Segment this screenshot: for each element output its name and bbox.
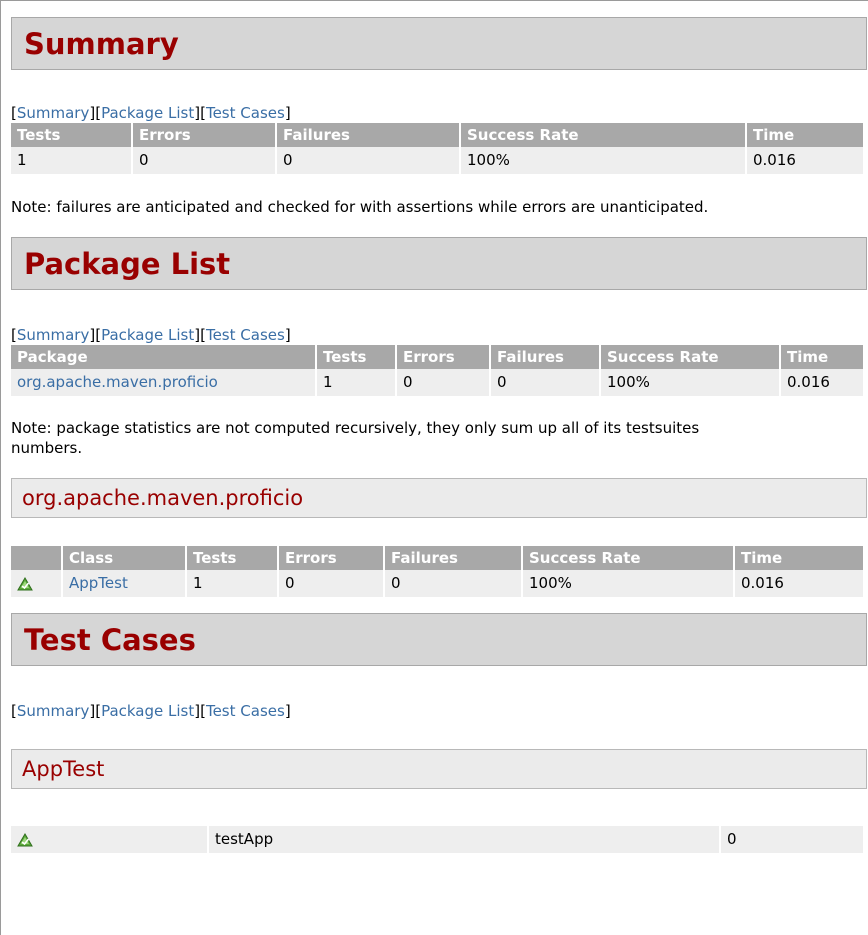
cell-failures: 0: [277, 147, 459, 174]
package-list-note: Note: package statistics are not compute…: [11, 419, 700, 457]
cell-success-rate: 100%: [523, 570, 733, 597]
col-success-rate: Success Rate: [601, 345, 779, 369]
col-tests: Tests: [187, 546, 277, 570]
cell-failures: 0: [491, 369, 599, 396]
success-icon: [17, 832, 201, 847]
package-section-heading: org.apache.maven.proficio: [11, 478, 867, 518]
col-errors: Errors: [279, 546, 383, 570]
nav-summary-link[interactable]: Summary: [17, 104, 90, 122]
cell-test-name: testApp: [209, 826, 719, 853]
class-link-apptest[interactable]: AppTest: [69, 574, 128, 592]
cell-time: 0.016: [747, 147, 863, 174]
cell-errors: 0: [397, 369, 489, 396]
cell-time: 0.016: [781, 369, 863, 396]
test-cases-table: testApp 0: [9, 826, 865, 853]
package-list-heading: Package List: [11, 237, 867, 290]
cell-failures: 0: [385, 570, 521, 597]
test-cases-nav: [Summary][Package List][Test Cases]: [11, 702, 291, 720]
cell-tests: 1: [187, 570, 277, 597]
cell-success-rate: 100%: [461, 147, 745, 174]
col-errors: Errors: [397, 345, 489, 369]
package-class-header-row: Class Tests Errors Failures Success Rate…: [11, 546, 863, 570]
col-time: Time: [747, 123, 863, 147]
package-list-table: Package Tests Errors Failures Success Ra…: [9, 345, 865, 396]
nav-package-list-link[interactable]: Package List: [101, 104, 194, 122]
nav-package-list-link[interactable]: Package List: [101, 326, 194, 344]
cell-errors: 0: [133, 147, 275, 174]
col-package: Package: [11, 345, 315, 369]
cell-tests: 1: [317, 369, 395, 396]
cell-time: 0: [721, 826, 863, 853]
test-class-heading: AppTest: [11, 749, 867, 789]
col-class: Class: [63, 546, 185, 570]
summary-header-row: Tests Errors Failures Success Rate Time: [11, 123, 863, 147]
cell-errors: 0: [279, 570, 383, 597]
nav-test-cases-link[interactable]: Test Cases: [206, 702, 285, 720]
cell-tests: 1: [11, 147, 131, 174]
col-errors: Errors: [133, 123, 275, 147]
table-row: org.apache.maven.proficio 1 0 0 100% 0.0…: [11, 369, 863, 396]
summary-table: Tests Errors Failures Success Rate Time …: [9, 123, 865, 174]
col-success-rate: Success Rate: [461, 123, 745, 147]
nav-package-list-link[interactable]: Package List: [101, 702, 194, 720]
col-failures: Failures: [277, 123, 459, 147]
summary-nav: [Summary][Package List][Test Cases]: [11, 104, 291, 122]
col-time: Time: [735, 546, 863, 570]
col-failures: Failures: [491, 345, 599, 369]
package-link[interactable]: org.apache.maven.proficio: [17, 373, 218, 391]
package-list-header-row: Package Tests Errors Failures Success Ra…: [11, 345, 863, 369]
nav-test-cases-link[interactable]: Test Cases: [206, 104, 285, 122]
summary-note: Note: failures are anticipated and check…: [11, 198, 709, 216]
nav-summary-link[interactable]: Summary: [17, 702, 90, 720]
status-cell: [11, 826, 207, 853]
table-row: 1 0 0 100% 0.016: [11, 147, 863, 174]
success-icon: [17, 576, 55, 591]
nav-summary-link[interactable]: Summary: [17, 326, 90, 344]
col-failures: Failures: [385, 546, 521, 570]
test-cases-heading: Test Cases: [11, 613, 867, 666]
report-page: Summary [Summary][Package List][Test Cas…: [0, 0, 868, 935]
table-row: AppTest 1 0 0 100% 0.016: [11, 570, 863, 597]
col-status: [11, 546, 61, 570]
col-time: Time: [781, 345, 863, 369]
status-cell: [11, 570, 61, 597]
package-list-nav: [Summary][Package List][Test Cases]: [11, 326, 291, 344]
col-tests: Tests: [317, 345, 395, 369]
col-success-rate: Success Rate: [523, 546, 733, 570]
package-class-table: Class Tests Errors Failures Success Rate…: [9, 546, 865, 597]
nav-test-cases-link[interactable]: Test Cases: [206, 326, 285, 344]
col-tests: Tests: [11, 123, 131, 147]
summary-heading: Summary: [11, 17, 867, 70]
cell-time: 0.016: [735, 570, 863, 597]
table-row: testApp 0: [11, 826, 863, 853]
cell-success-rate: 100%: [601, 369, 779, 396]
